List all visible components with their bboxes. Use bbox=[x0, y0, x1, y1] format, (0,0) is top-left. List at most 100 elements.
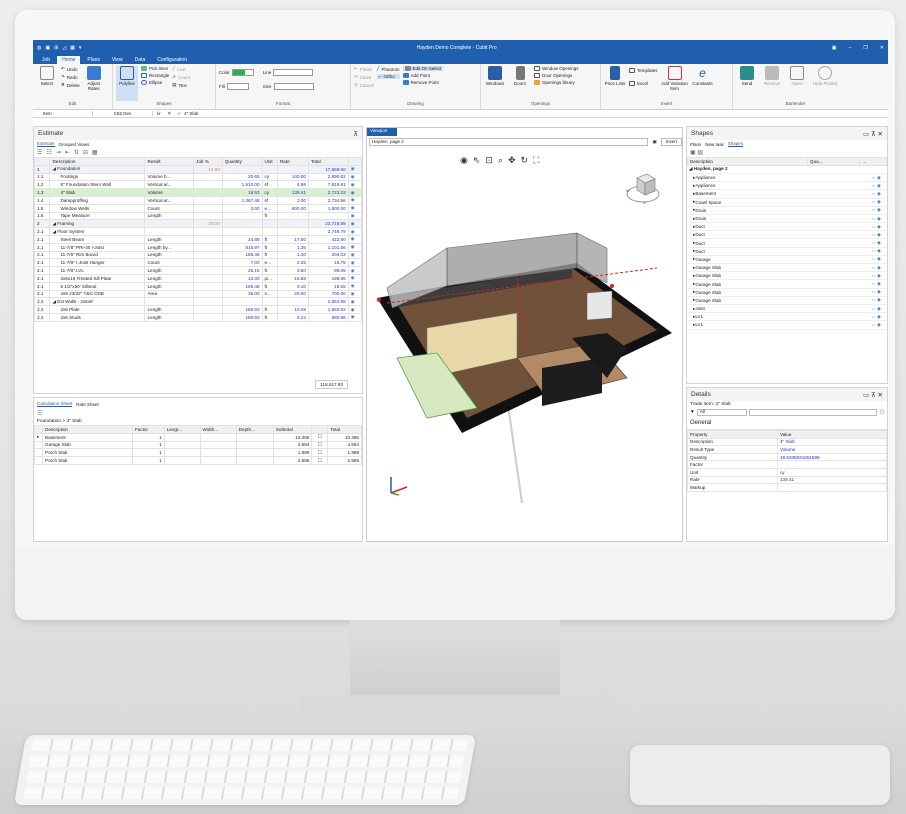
detail-row[interactable]: Factor bbox=[687, 460, 887, 469]
estimate-cell-unit[interactable]: cy bbox=[261, 172, 278, 182]
estimate-row[interactable]: 2.1 5 1/2"x50' Sillseal Length 185.48 ft 0.10… bbox=[33, 281, 363, 291]
col-quantity[interactable]: Quantity bbox=[221, 157, 263, 166]
zoom-window-icon[interactable]: ⊡ bbox=[485, 155, 493, 166]
tab-plans[interactable]: Plans bbox=[82, 56, 105, 64]
pin-icon[interactable]: ⊼ bbox=[353, 130, 358, 138]
calc-cell-empty[interactable] bbox=[235, 432, 274, 442]
pan-icon[interactable]: ✥ bbox=[508, 155, 516, 166]
visibility-eye-icon[interactable]: ◉ bbox=[347, 242, 363, 252]
calculator-icon[interactable]: ▦ bbox=[92, 149, 98, 156]
shape-visibility-icon[interactable]: ⇔ ◉ bbox=[871, 207, 881, 213]
estimate-cell-rate[interactable]: 139.41 bbox=[276, 188, 309, 197]
shape-list-item[interactable]: ▸ Drain ⇔ ◉ bbox=[687, 207, 887, 215]
close-shape-button[interactable]: ⟲ Close bbox=[354, 74, 374, 80]
zoom-icon[interactable]: ⌕ bbox=[498, 155, 503, 166]
visibility-eye-icon[interactable]: ◉ bbox=[347, 203, 363, 213]
estimate-cell-result[interactable]: Vertical ar... bbox=[144, 195, 195, 205]
estimate-cell-qty[interactable]: 1,367.48 bbox=[221, 195, 263, 205]
constants-button[interactable]: e Constants bbox=[692, 66, 714, 101]
estimate-cell-job[interactable] bbox=[193, 211, 223, 221]
calc-cell-empty[interactable] bbox=[163, 440, 201, 450]
view-cube[interactable]: W S bbox=[625, 170, 661, 206]
detail-row[interactable]: Result Type Volume bbox=[687, 445, 887, 454]
estimate-cell-rate[interactable]: 1.10 bbox=[276, 250, 309, 260]
estimate-cell-qty[interactable]: 185.48 bbox=[221, 250, 263, 260]
visibility-eye-icon[interactable]: ◉ bbox=[347, 219, 363, 229]
estimate-cell-desc[interactable]: 11-7/8" LVL bbox=[49, 266, 146, 275]
col-id[interactable] bbox=[33, 157, 51, 166]
estimate-cell-job[interactable] bbox=[193, 312, 223, 322]
estimate-cell-unit[interactable]: ft bbox=[261, 305, 278, 314]
visibility-eye-icon[interactable]: ◉ bbox=[347, 266, 363, 275]
shape-visibility-icon[interactable]: ⇔ ◉ bbox=[871, 240, 881, 246]
shape-visibility-icon[interactable]: ⇔ ◉ bbox=[871, 265, 881, 271]
calc-col-description[interactable]: Description bbox=[42, 425, 133, 434]
estimate-cell-id[interactable]: 1.2 bbox=[33, 180, 51, 190]
estimate-cell-result[interactable]: Length by... bbox=[144, 242, 195, 252]
estimate-row[interactable]: 2.1 Steel Beam Length 24.88 ft 17.00 422.90 ◉ bbox=[33, 234, 363, 244]
estimate-cell-unit[interactable]: ft bbox=[261, 250, 278, 260]
rotate-icon[interactable]: ↻ bbox=[521, 155, 529, 166]
estimate-cell-unit[interactable] bbox=[261, 227, 278, 236]
window-openings-button[interactable]: Window Openings bbox=[534, 66, 579, 71]
estimate-cell-id[interactable]: 2.1 bbox=[33, 234, 51, 244]
shape-list-item[interactable]: ▸ Garage Slab ⇔ ◉ bbox=[687, 289, 887, 297]
calc-checkbox[interactable]: ☐ bbox=[311, 440, 329, 450]
clear-filter-icon[interactable]: ▢ bbox=[879, 410, 884, 415]
calc-cell-desc[interactable]: Basement bbox=[42, 432, 133, 442]
visibility-eye-icon[interactable]: ◉ bbox=[347, 258, 363, 268]
estimate-cell-job[interactable] bbox=[193, 289, 223, 299]
share-icon[interactable]: ⊞ bbox=[54, 45, 58, 51]
calc-cell-subtotal[interactable]: 4.594 bbox=[272, 440, 313, 450]
estimate-cell-job[interactable] bbox=[193, 258, 223, 268]
estimate-cell-total[interactable]: 204.03 bbox=[307, 250, 349, 260]
shape-list-item[interactable]: ▸ LVL ⇔ ◉ bbox=[687, 321, 887, 330]
excel-button[interactable]: Excel bbox=[629, 81, 658, 86]
estimate-cell-rate[interactable]: 0.10 bbox=[276, 281, 309, 291]
visibility-eye-icon[interactable]: ◉ bbox=[347, 234, 363, 244]
estimate-row[interactable]: 1.4 Dampproffing Vertical ar... 1,367.48 sf 2… bbox=[33, 195, 363, 205]
calc-row[interactable]: Porch Slab 1 1.889 ☐ 1.889 bbox=[34, 448, 362, 458]
house-3d-model[interactable] bbox=[367, 208, 684, 508]
ellipse-button[interactable]: Ellipse bbox=[141, 80, 169, 85]
shape-list-item[interactable]: ▸ Garage Slab ⇔ ◉ bbox=[687, 280, 887, 289]
estimate-cell-unit[interactable]: ft bbox=[261, 211, 278, 221]
estimate-cell-job[interactable] bbox=[193, 266, 223, 275]
visibility-eye-icon[interactable]: ◉ bbox=[347, 281, 363, 291]
estimate-row[interactable]: 2.2 2x6 Plate Length 160.60 ft 10.49 1,683.92 ◉ bbox=[33, 305, 363, 314]
estimate-cell-desc[interactable]: 11-7/8" I-Joist Hanger bbox=[49, 258, 146, 268]
estimate-cell-qty[interactable]: 815.97 bbox=[221, 242, 263, 252]
estimate-cell-total[interactable]: 422.90 bbox=[307, 234, 349, 244]
estimate-row[interactable]: 2 ◢ Framing 20.00 23,718.89 ◉ bbox=[33, 219, 363, 229]
redo-button[interactable]: ↷ Redo bbox=[61, 74, 80, 80]
estimate-row[interactable]: 2.1 ◢ Floor System 2,749.79 ◉ bbox=[33, 227, 363, 236]
estimate-row[interactable]: 1.5 Window Wells Count 3.00 e... 600.00 1,800.… bbox=[33, 203, 363, 213]
estimate-cell-total[interactable]: 1,800.00 bbox=[307, 203, 349, 213]
function-icon[interactable]: fx bbox=[153, 111, 165, 116]
visibility-eye-icon[interactable]: ◉ bbox=[347, 273, 363, 283]
estimate-cell-desc[interactable]: 11-7/8" Rim Board bbox=[49, 250, 146, 260]
visibility-eye-icon[interactable]: ◉ bbox=[347, 164, 363, 174]
delete-button[interactable]: ✖ Delete bbox=[61, 82, 80, 88]
estimate-cell-unit[interactable] bbox=[261, 164, 278, 174]
estimate-cell-unit[interactable]: ft bbox=[261, 281, 278, 291]
details-section-general[interactable]: General bbox=[687, 417, 887, 430]
estimate-cell-id[interactable]: 1 bbox=[33, 164, 51, 174]
calc-cell-factor[interactable]: 1 bbox=[132, 448, 165, 458]
undo-button[interactable]: ↶ Undo bbox=[61, 66, 80, 72]
estimate-cell-unit[interactable]: e... bbox=[261, 258, 278, 268]
estimate-cell-rate[interactable]: 2.25 bbox=[276, 258, 309, 268]
tab-home[interactable]: Home bbox=[57, 56, 81, 64]
estimate-cell-rate[interactable]: 20.00 bbox=[276, 289, 309, 299]
calc-cell-empty[interactable] bbox=[235, 448, 274, 458]
grid-icon[interactable]: ▦ bbox=[70, 45, 75, 51]
add-variation-button[interactable]: Add Variation Item bbox=[661, 66, 689, 101]
estimate-cell-result[interactable]: Vertical ar... bbox=[144, 180, 195, 190]
estimate-cell-rate[interactable]: 3.50 bbox=[276, 266, 309, 275]
tab-data[interactable]: Data bbox=[130, 56, 151, 64]
shape-visibility-icon[interactable]: ⇔ ◉ bbox=[871, 322, 881, 328]
calc-cell-subtotal[interactable]: 1.889 bbox=[272, 448, 313, 458]
calc-checkbox[interactable]: ☐ bbox=[311, 448, 329, 458]
orbit-icon[interactable]: ◉ bbox=[460, 155, 468, 166]
add-point-button[interactable]: Add Point bbox=[402, 73, 444, 78]
